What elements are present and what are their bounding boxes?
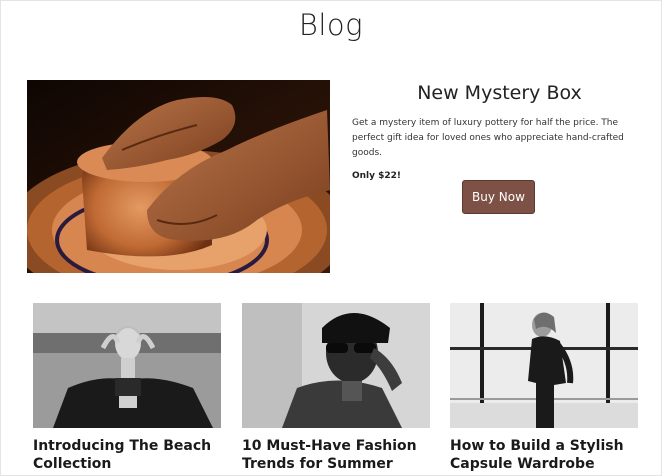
pottery-wheel-image [27, 80, 330, 273]
promo-panel: New Mystery Box Get a mystery item of lu… [352, 80, 647, 214]
post-title[interactable]: Introducing The Beach Collection [33, 437, 221, 473]
page-title: Blog [298, 8, 364, 42]
beach-model-image[interactable] [33, 303, 221, 428]
post-card[interactable]: How to Build a Stylish Capsule Wardrobe [450, 303, 638, 473]
post-title[interactable]: 10 Must-Have Fashion Trends for Summer [242, 437, 430, 473]
post-title[interactable]: How to Build a Stylish Capsule Wardrobe [450, 437, 638, 473]
promo-title: New Mystery Box [417, 82, 582, 104]
man-sunglasses-image[interactable] [242, 303, 430, 428]
window-model-image[interactable] [450, 303, 638, 428]
post-card[interactable]: 10 Must-Have Fashion Trends for Summer [242, 303, 430, 473]
buy-now-button[interactable]: Buy Now [462, 180, 535, 214]
promo-description: Get a mystery item of luxury pottery for… [352, 118, 624, 158]
post-card[interactable]: Introducing The Beach Collection [33, 303, 221, 473]
